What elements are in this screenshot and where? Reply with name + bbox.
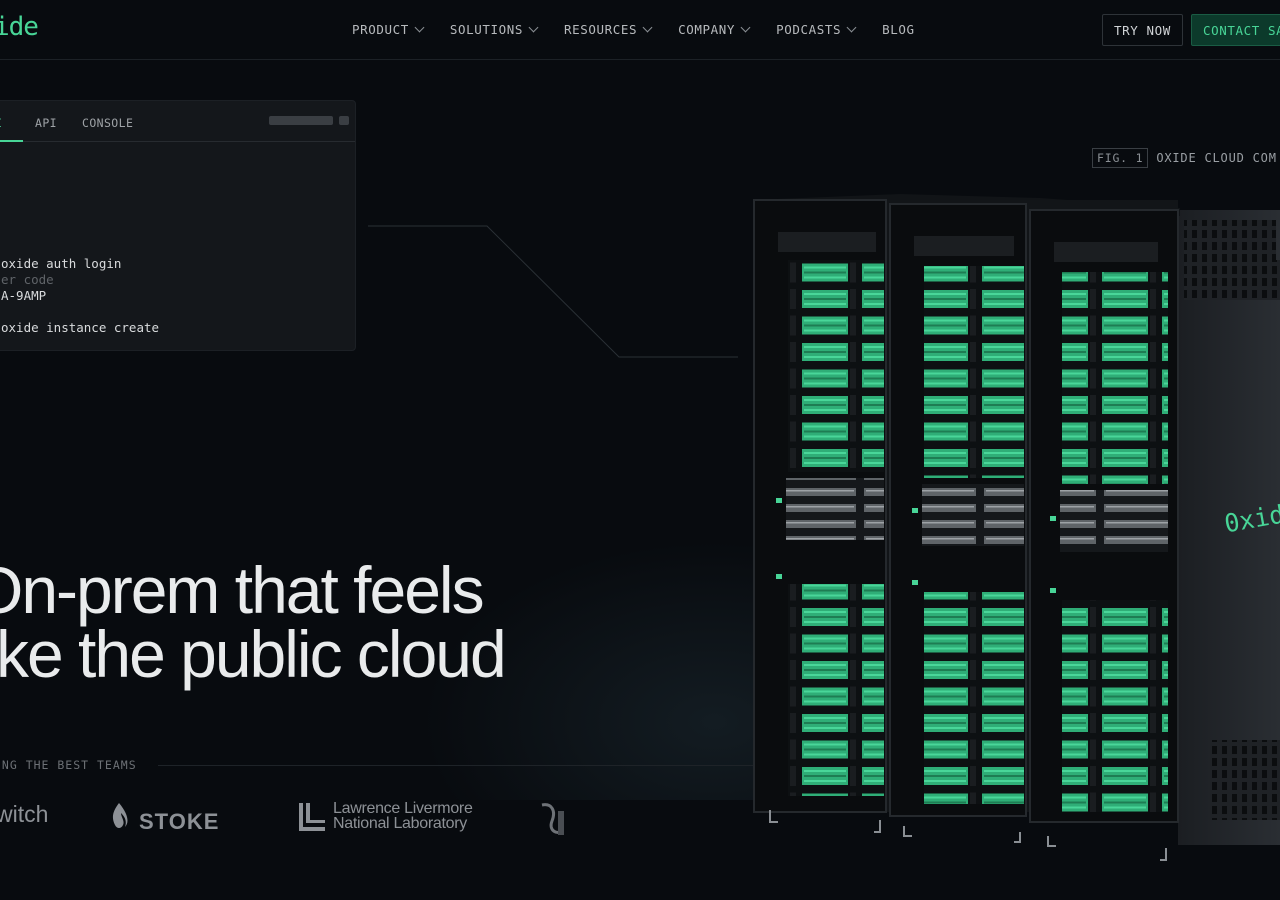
chevron-down-icon (846, 22, 857, 33)
nav-item-blog[interactable]: BLOG (882, 22, 915, 37)
connector-line (368, 225, 738, 358)
server-rack-image: 0xide (753, 194, 1280, 861)
switch-logo: witch (0, 801, 49, 827)
llnl-mark-icon (299, 803, 325, 831)
fig-caption: OXIDE CLOUD COM (1156, 151, 1277, 165)
partial-logo-icon (541, 803, 564, 835)
hero-heading: On-prem that feels ke the public cloud (0, 553, 507, 691)
trusted-label: ING THE BEST TEAMS (0, 758, 137, 772)
nav-item-label: PODCASTS (776, 22, 842, 37)
divider (158, 765, 758, 766)
contact-sales-button[interactable]: CONTACT SALES (1191, 14, 1280, 46)
fig-number: FIG. 1 (1092, 148, 1149, 168)
partial-logo (538, 801, 574, 842)
trusted-row: ING THE BEST TEAMS (0, 758, 760, 774)
client-logos: witch STOKE Lawrence Livermore National … (0, 795, 700, 845)
nav-item-label: BLOG (882, 22, 915, 37)
try-now-button[interactable]: TRY NOW (1102, 14, 1183, 46)
figure-label: FIG. 1 OXIDE CLOUD COM (1092, 148, 1277, 168)
nav-item-podcasts[interactable]: PODCASTS (776, 22, 857, 37)
hero-line-1: On-prem that feels (0, 553, 485, 627)
flame-icon (112, 803, 128, 828)
hero-line-2: ke the public cloud (0, 617, 507, 691)
